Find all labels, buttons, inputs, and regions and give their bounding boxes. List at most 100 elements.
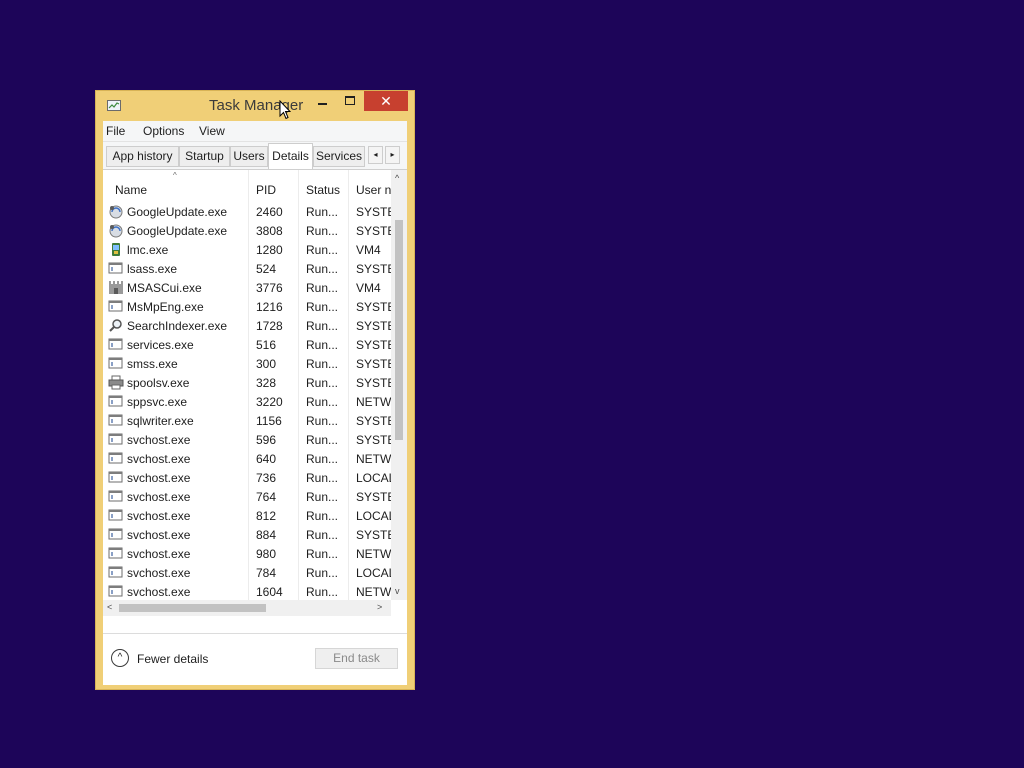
scroll-right-button[interactable]: >	[377, 602, 382, 612]
tab-services[interactable]: Services	[313, 146, 365, 167]
window-icon	[108, 261, 124, 276]
tab-strip: App history Startup Users Details Servic…	[103, 142, 407, 170]
window-icon	[108, 470, 124, 485]
scroll-left-button[interactable]: <	[107, 602, 112, 612]
tab-scroll-right-button[interactable]: ▸	[385, 146, 400, 164]
process-name: services.exe	[127, 338, 194, 352]
table-row[interactable]: svchost.exe 784 Run... LOCAL	[103, 563, 391, 582]
maximize-button[interactable]	[337, 91, 363, 111]
window-icon	[108, 413, 124, 428]
table-row[interactable]: svchost.exe 640 Run... NETWO	[103, 449, 391, 468]
column-header-name[interactable]: ^ Name	[103, 170, 244, 204]
menu-file[interactable]: File	[106, 124, 125, 138]
process-pid: 736	[256, 471, 277, 485]
table-row[interactable]: GoogleUpdate.exe 3808 Run... SYSTEM	[103, 221, 391, 240]
title-bar[interactable]: Task Manager ✕	[96, 91, 414, 120]
table-row[interactable]: svchost.exe 812 Run... LOCAL	[103, 506, 391, 525]
menu-view[interactable]: View	[199, 124, 225, 138]
window-icon	[108, 451, 124, 466]
process-pid: 884	[256, 528, 277, 542]
tab-details[interactable]: Details	[268, 143, 313, 169]
process-pid: 1156	[256, 414, 282, 428]
fewer-details-link[interactable]: Fewer details	[137, 652, 208, 666]
window-icon	[108, 356, 124, 371]
process-pid: 596	[256, 433, 277, 447]
column-header-pid-label: PID	[256, 183, 277, 197]
table-row[interactable]: lmc.exe 1280 Run... VM4	[103, 240, 391, 259]
window-icon	[108, 584, 124, 599]
process-rows: GoogleUpdate.exe2460Run...SYSTEMGoogleUp…	[103, 202, 391, 600]
vertical-scrollbar[interactable]: ^ v	[391, 170, 407, 600]
minimize-button[interactable]	[309, 91, 337, 111]
chevron-up-icon[interactable]: ^	[111, 649, 129, 667]
scroll-down-button[interactable]: v	[395, 586, 400, 596]
tab-scroll-left-button[interactable]: ◂	[368, 146, 383, 164]
process-user: NETWO	[356, 585, 391, 599]
horizontal-scroll-thumb[interactable]	[119, 604, 266, 612]
tab-app-history[interactable]: App history	[106, 146, 179, 167]
process-status: Run...	[306, 300, 339, 314]
window-icon	[108, 394, 124, 409]
table-row[interactable]: smss.exe 300 Run... SYSTEM	[103, 354, 391, 373]
vertical-scroll-thumb[interactable]	[395, 220, 403, 440]
process-user: SYSTEM	[356, 262, 391, 276]
window-icon	[108, 546, 124, 561]
magnifier-icon	[108, 318, 124, 333]
table-row[interactable]: svchost.exe 764 Run... SYSTEM	[103, 487, 391, 506]
column-header-user-name[interactable]: User na	[349, 170, 391, 204]
table-row[interactable]: svchost.exe 980 Run... NETWO	[103, 544, 391, 563]
column-header-status-label: Status	[306, 183, 341, 197]
process-user: SYSTEM	[356, 205, 391, 219]
process-pid: 328	[256, 376, 277, 390]
table-row[interactable]: MsMpEng.exe 1216 Run... SYSTEM	[103, 297, 391, 316]
close-button[interactable]: ✕	[364, 91, 408, 111]
process-name: svchost.exe	[127, 566, 191, 580]
table-row[interactable]: lsass.exe 524 Run... SYSTEM	[103, 259, 391, 278]
process-pid: 3220	[256, 395, 283, 409]
table-row[interactable]: GoogleUpdate.exe 2460 Run... SYSTEM	[103, 202, 391, 221]
process-user: LOCAL	[356, 509, 391, 523]
horizontal-scrollbar[interactable]: < >	[103, 600, 391, 616]
process-name: GoogleUpdate.exe	[127, 205, 228, 219]
table-row[interactable]: sppsvc.exe 3220 Run... NETWO	[103, 392, 391, 411]
process-pid: 3808	[256, 224, 283, 238]
table-row[interactable]: MSASCui.exe 3776 Run... VM4	[103, 278, 391, 297]
menu-options[interactable]: Options	[143, 124, 184, 138]
window-icon	[108, 489, 124, 504]
process-name: svchost.exe	[127, 490, 191, 504]
process-name: smss.exe	[127, 357, 178, 371]
process-pid: 640	[256, 452, 277, 466]
process-name: svchost.exe	[127, 471, 191, 485]
end-task-button[interactable]: End task	[315, 648, 398, 669]
table-row[interactable]: svchost.exe 596 Run... SYSTEM	[103, 430, 391, 449]
process-pid: 516	[256, 338, 277, 352]
column-header-user-label: User na	[356, 183, 391, 197]
process-name: svchost.exe	[127, 509, 191, 523]
table-row[interactable]: svchost.exe 736 Run... LOCAL	[103, 468, 391, 487]
table-row[interactable]: sqlwriter.exe 1156 Run... SYSTEM	[103, 411, 391, 430]
process-user: LOCAL	[356, 566, 391, 580]
process-user: SYSTEM	[356, 528, 391, 542]
process-name: sqlwriter.exe	[127, 414, 194, 428]
process-pid: 524	[256, 262, 277, 276]
tab-startup[interactable]: Startup	[179, 146, 230, 167]
table-row[interactable]: svchost.exe 884 Run... SYSTEM	[103, 525, 391, 544]
process-name: svchost.exe	[127, 528, 191, 542]
table-row[interactable]: svchost.exe 1604 Run... NETWO	[103, 582, 391, 600]
tab-users[interactable]: Users	[230, 146, 268, 167]
table-row[interactable]: spoolsv.exe 328 Run... SYSTEM	[103, 373, 391, 392]
scroll-up-button[interactable]: ^	[395, 173, 399, 183]
process-user: SYSTEM	[356, 300, 391, 314]
process-user: SYSTEM	[356, 414, 391, 428]
process-status: Run...	[306, 395, 339, 409]
task-manager-client: File Options View App history Startup Us…	[103, 121, 407, 685]
process-status: Run...	[306, 585, 339, 599]
process-name: sppsvc.exe	[127, 395, 188, 409]
process-status: Run...	[306, 338, 339, 352]
table-row[interactable]: SearchIndexer.exe 1728 Run... SYSTEM	[103, 316, 391, 335]
column-header-pid[interactable]: PID	[249, 170, 299, 204]
table-row[interactable]: services.exe 516 Run... SYSTEM	[103, 335, 391, 354]
process-user: SYSTEM	[356, 338, 391, 352]
column-header-status[interactable]: Status	[299, 170, 349, 204]
footer-bar: ^ Fewer details End task	[103, 633, 407, 685]
